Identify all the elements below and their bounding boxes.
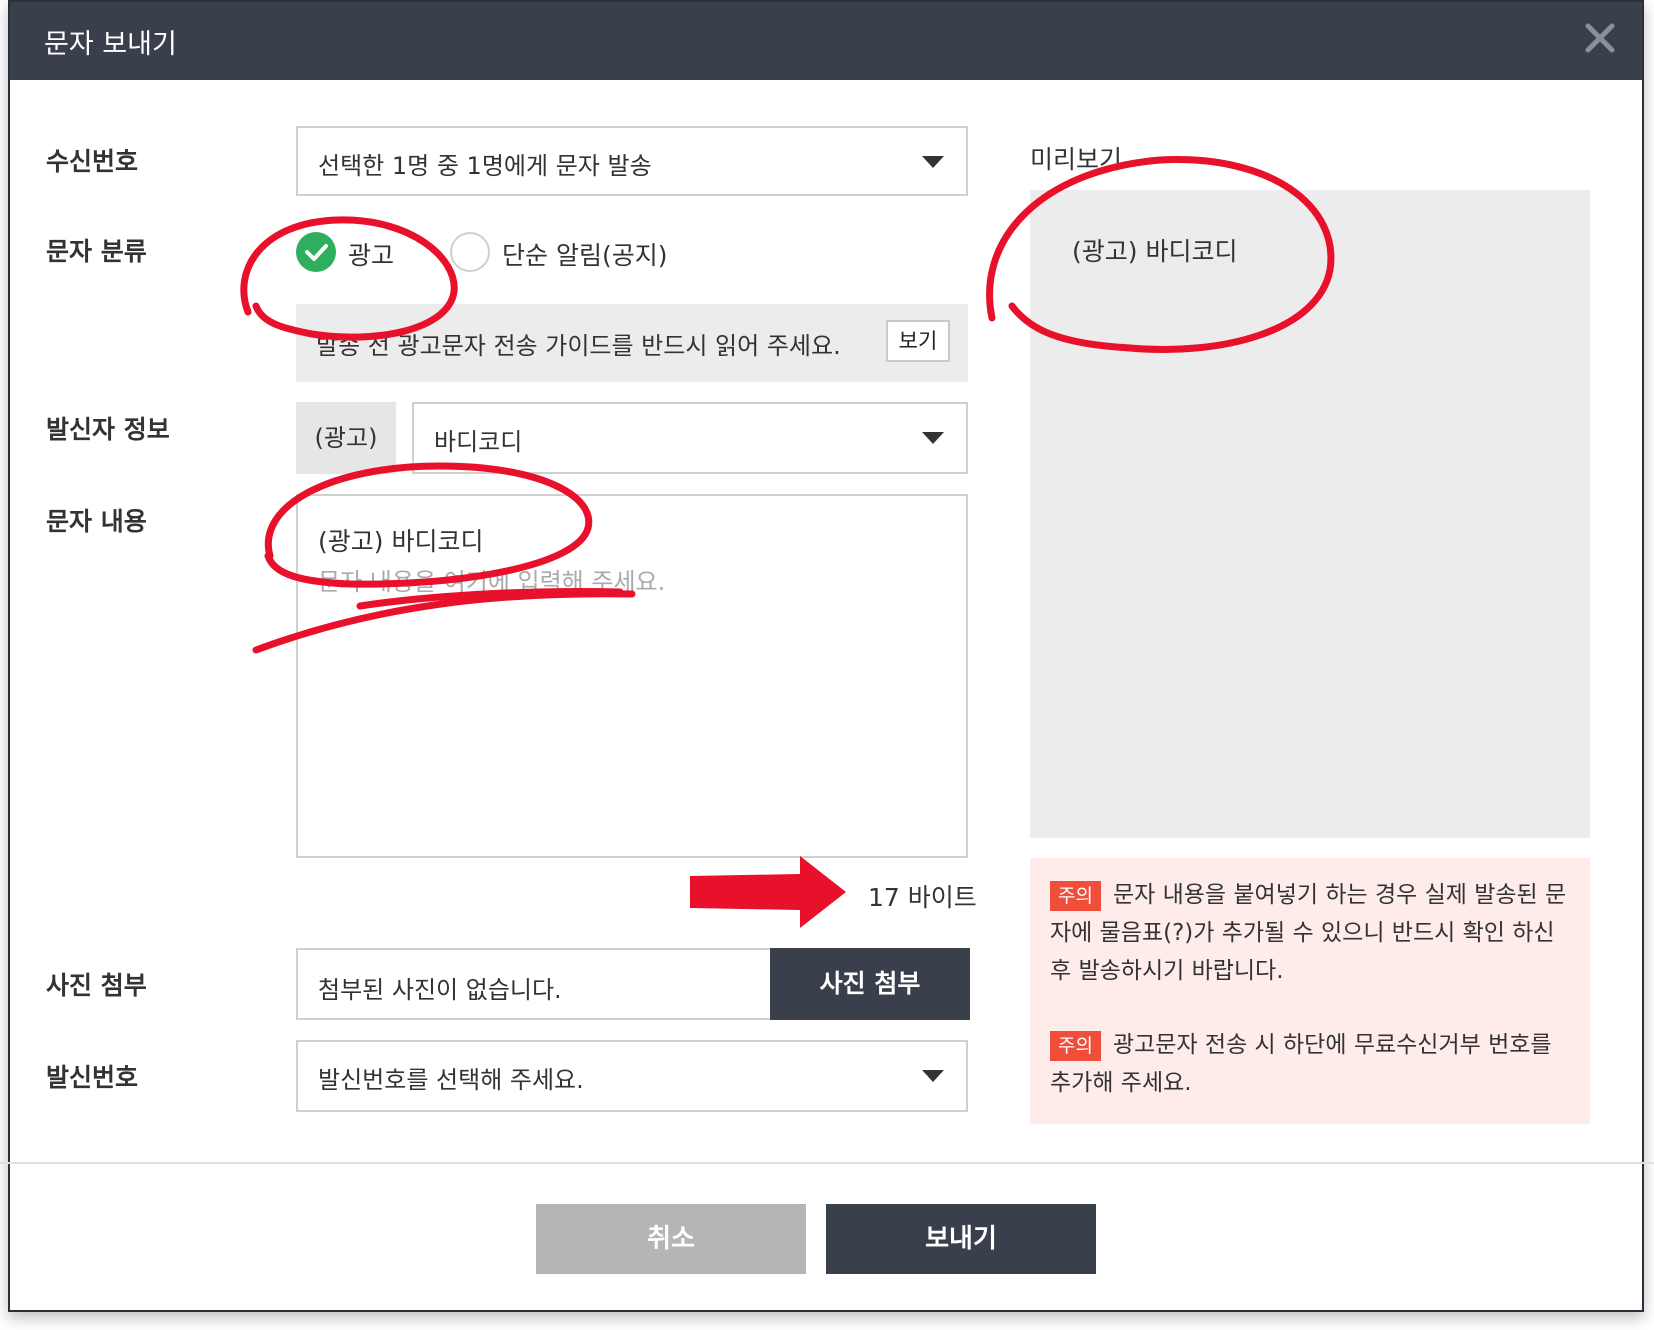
warning-badge: 주의 <box>1050 1030 1101 1061</box>
ad-guide-box: 발송 전 광고문자 전송 가이드를 반드시 읽어 주세요. 보기 <box>296 304 968 382</box>
radio-ad-label: 광고 <box>348 241 395 270</box>
message-label: 문자 내용 <box>46 507 147 536</box>
view-guide-button[interactable]: 보기 <box>886 320 950 362</box>
notice-text: 광고문자 전송 시 하단에 무료수신거부 번호를 추가해 주세요. <box>1050 1032 1552 1096</box>
message-placeholder: 문자 내용을 여기에 입력해 주세요. <box>318 568 666 596</box>
sender-name-select[interactable]: 바디코디 <box>412 402 968 474</box>
dialog-header: 문자 보내기 <box>10 2 1642 80</box>
sender-info-label: 발신자 정보 <box>46 415 170 444</box>
radio-empty-icon <box>450 232 490 272</box>
chevron-down-icon <box>922 1070 944 1082</box>
chevron-down-icon <box>922 432 944 444</box>
chevron-down-icon <box>922 156 944 168</box>
dialog-title: 문자 보내기 <box>44 29 177 60</box>
preview-title: 미리보기 <box>1030 145 1123 174</box>
sender-number-value: 발신번호를 선택해 주세요. <box>318 1066 584 1094</box>
check-circle-icon <box>296 232 336 272</box>
ad-prefix: (광고) <box>296 402 396 474</box>
warning-badge: 주의 <box>1050 880 1101 911</box>
radio-notice[interactable]: 단순 알림(공지) <box>450 232 690 274</box>
close-icon[interactable] <box>1578 16 1622 60</box>
category-label: 문자 분류 <box>46 237 147 266</box>
cancel-button[interactable]: 취소 <box>536 1204 806 1274</box>
radio-ad[interactable]: 광고 <box>296 232 406 274</box>
ad-guide-text: 발송 전 광고문자 전송 가이드를 반드시 읽어 주세요. <box>316 332 841 360</box>
notice-item: 주의 광고문자 전송 시 하단에 무료수신거부 번호를 추가해 주세요. <box>1050 1026 1570 1102</box>
preview-text: (광고) 바디코디 <box>1072 237 1238 266</box>
attach-photo-button[interactable]: 사진 첨부 <box>770 948 970 1020</box>
sender-name-value: 바디코디 <box>434 428 523 456</box>
sender-number-label: 발신번호 <box>46 1063 139 1092</box>
notice-item: 주의 문자 내용을 붙여넣기 하는 경우 실제 발송된 문자에 물음표(?)가 추… <box>1050 876 1570 990</box>
radio-notice-label: 단순 알림(공지) <box>502 241 668 270</box>
message-value: (광고) 바디코디 <box>318 527 484 556</box>
footer-divider <box>0 1162 1654 1164</box>
recipient-label: 수신번호 <box>46 147 139 176</box>
notice-text: 문자 내용을 붙여넣기 하는 경우 실제 발송된 문자에 물음표(?)가 추가될… <box>1050 882 1567 984</box>
send-button[interactable]: 보내기 <box>826 1204 1096 1274</box>
sender-number-select[interactable]: 발신번호를 선택해 주세요. <box>296 1040 968 1112</box>
recipient-select-value: 선택한 1명 중 1명에게 문자 발송 <box>318 152 652 180</box>
byte-counter: 17 바이트 <box>868 883 977 912</box>
photo-label: 사진 첨부 <box>46 971 147 1000</box>
notice-box: 주의 문자 내용을 붙여넣기 하는 경우 실제 발송된 문자에 물음표(?)가 추… <box>1030 858 1590 1124</box>
message-textarea[interactable]: (광고) 바디코디 문자 내용을 여기에 입력해 주세요. <box>296 494 968 858</box>
photo-status-field: 첨부된 사진이 없습니다. <box>296 948 770 1020</box>
photo-status: 첨부된 사진이 없습니다. <box>318 976 562 1004</box>
preview-panel: (광고) 바디코디 <box>1030 190 1590 838</box>
recipient-select[interactable]: 선택한 1명 중 1명에게 문자 발송 <box>296 126 968 196</box>
